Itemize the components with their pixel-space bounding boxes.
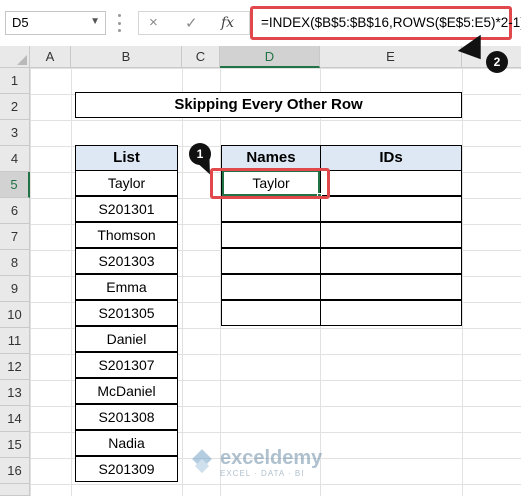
row-header-11[interactable]: 11 — [0, 328, 30, 354]
row-header-10[interactable]: 10 — [0, 302, 30, 328]
list-cell[interactable]: S201305 — [75, 300, 178, 326]
column-header-e[interactable]: E — [320, 46, 462, 68]
name-box-value: D5 — [12, 15, 29, 30]
insert-function-icon[interactable]: fx — [221, 15, 234, 31]
column-header-c[interactable]: C — [182, 46, 220, 68]
row-header-13[interactable]: 13 — [0, 380, 30, 406]
sheet-title[interactable]: Skipping Every Other Row — [75, 92, 462, 118]
names-cell[interactable] — [221, 300, 321, 326]
formula-text: =INDEX($B$5:$B$16,ROWS($E$5:E5)*2-1) — [261, 15, 521, 30]
ids-cell[interactable] — [320, 274, 462, 300]
highlight-box-cell — [210, 168, 330, 199]
list-cell[interactable]: McDaniel — [75, 378, 178, 404]
names-cell[interactable] — [221, 274, 321, 300]
list-cell[interactable]: Taylor — [75, 170, 178, 196]
list-cell[interactable]: S201301 — [75, 196, 178, 222]
formula-input[interactable]: =INDEX($B$5:$B$16,ROWS($E$5:E5)*2-1) — [250, 6, 521, 40]
list-cell[interactable]: S201307 — [75, 352, 178, 378]
list-header[interactable]: List — [75, 145, 178, 171]
row-header-16[interactable]: 16 — [0, 458, 30, 484]
names-cell[interactable] — [221, 222, 321, 248]
ids-cell[interactable] — [320, 248, 462, 274]
formula-buttons: × ✓ fx — [138, 11, 250, 35]
row-header-8[interactable]: 8 — [0, 250, 30, 276]
list-cell[interactable]: Daniel — [75, 326, 178, 352]
row-header-7[interactable]: 7 — [0, 224, 30, 250]
names-cell[interactable] — [221, 248, 321, 274]
watermark: exceldemy EXCEL · DATA · BI — [190, 448, 322, 478]
ids-cell[interactable] — [320, 196, 462, 222]
column-header-b[interactable]: B — [71, 46, 182, 68]
row-header-15[interactable]: 15 — [0, 432, 30, 458]
cancel-icon[interactable]: × — [149, 14, 158, 31]
list-cell[interactable]: Emma — [75, 274, 178, 300]
chevron-down-icon[interactable]: ▼ — [90, 16, 100, 27]
row-header-17[interactable] — [0, 484, 30, 496]
ids-cell[interactable] — [320, 222, 462, 248]
names-cell[interactable] — [221, 196, 321, 222]
row-header-5[interactable]: 5 — [0, 172, 30, 198]
name-box[interactable]: D5 ▼ — [5, 11, 106, 35]
callout-marker-2: 2 — [486, 51, 508, 73]
select-all-corner[interactable] — [0, 46, 30, 68]
callout-marker-1: 1 — [189, 143, 211, 165]
watermark-name: exceldemy — [220, 447, 323, 469]
row-header-9[interactable]: 9 — [0, 276, 30, 302]
list-cell[interactable]: Thomson — [75, 222, 178, 248]
row-header-12[interactable]: 12 — [0, 354, 30, 380]
enter-icon[interactable]: ✓ — [185, 14, 198, 32]
row-header-6[interactable]: 6 — [0, 198, 30, 224]
ids-cell[interactable] — [320, 300, 462, 326]
column-header-a[interactable]: A — [30, 46, 71, 68]
row-header-3[interactable]: 3 — [0, 120, 30, 146]
list-cell[interactable]: S201303 — [75, 248, 178, 274]
ids-cell[interactable] — [320, 170, 462, 196]
list-cell[interactable]: Nadia — [75, 430, 178, 456]
drag-handle-icon[interactable] — [118, 14, 122, 32]
row-header-1[interactable]: 1 — [0, 68, 30, 94]
row-header-2[interactable]: 2 — [0, 94, 30, 120]
watermark-tagline: EXCEL · DATA · BI — [220, 469, 305, 478]
exceldemy-logo-icon — [190, 449, 214, 475]
list-cell[interactable]: S201309 — [75, 456, 178, 482]
ids-header[interactable]: IDs — [320, 145, 462, 171]
list-cell[interactable]: S201308 — [75, 404, 178, 430]
column-header-d[interactable]: D — [220, 46, 320, 68]
row-header-14[interactable]: 14 — [0, 406, 30, 432]
formula-bar: D5 ▼ × ✓ fx =INDEX($B$5:$B$16,ROWS($E$5:… — [0, 0, 521, 46]
row-header-4[interactable]: 4 — [0, 146, 30, 172]
